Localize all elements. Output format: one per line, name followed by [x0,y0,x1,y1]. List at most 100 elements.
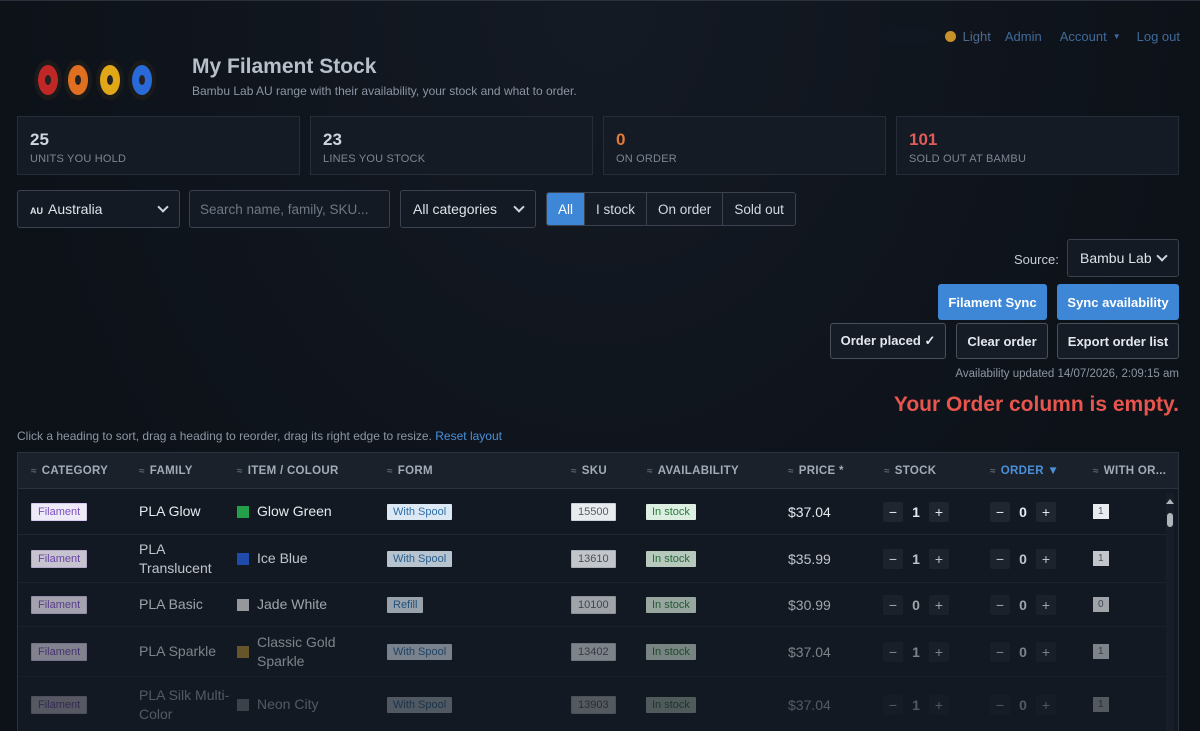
account-label: Account [1059,28,1107,44]
increment-stock-button[interactable]: + [929,594,949,615]
item-cell: Jade White [237,583,377,626]
increment-order-button[interactable]: + [1036,501,1056,522]
col-order[interactable]: ≈ ORDER ▼ [990,453,1059,489]
availability-updated: Availability updated 14/07/2026, 2:09:15… [955,368,1179,380]
item-cell: Ice Blue [237,535,377,582]
col-family[interactable]: ≈ FAMILY [139,453,193,489]
decrement-stock-button[interactable]: − [883,548,903,569]
col-with-order[interactable]: ≈ WITH OR... [1093,453,1166,489]
availability-cell: In stock [646,535,696,582]
filament-sync-button[interactable]: Filament Sync [938,284,1047,320]
account-menu[interactable]: Account ▼ [1060,29,1121,44]
stat-sold-out: 101 SOLD OUT AT BAMBU [896,116,1179,175]
form-badge: Refill [387,596,424,613]
search-input[interactable]: Search name, family, SKU... [189,190,390,228]
form-cell: With Spool [387,627,453,676]
increment-order-button[interactable]: + [1036,641,1056,662]
decrement-stock-button[interactable]: − [883,694,903,715]
region-flag: AU [30,206,43,216]
order-stepper: −0 + [990,594,1056,615]
drag-grip-icon: ≈ [31,465,37,477]
availability-badge: In stock [646,596,696,613]
drag-grip-icon: ≈ [1093,465,1099,477]
scroll-thumb[interactable] [1167,513,1173,527]
order-empty-warning: Your Order column is empty. [893,393,1179,416]
filter-i-stock[interactable]: I stock [585,193,648,225]
family-cell: PLA Glow [139,503,201,519]
decrement-order-button[interactable]: − [990,548,1010,569]
with-order-value: 0 [1093,597,1109,612]
increment-stock-button[interactable]: + [929,641,949,662]
filter-all[interactable]: All [547,193,586,225]
increment-stock-button[interactable]: + [929,694,949,715]
decrement-order-button[interactable]: − [990,594,1010,615]
decrement-order-button[interactable]: − [990,694,1010,715]
availability-cell: In stock [646,677,696,731]
family-cell: PLA Translucent [139,540,212,576]
decrement-stock-button[interactable]: − [883,641,903,662]
decrement-order-button[interactable]: − [990,641,1010,662]
col-form[interactable]: ≈ FORM [387,453,433,489]
theme-toggle[interactable]: Light [944,29,991,44]
increment-stock-button[interactable]: + [929,548,949,569]
order-value: 0 [1019,696,1027,713]
family-cell: PLA Silk Multi-Color [139,686,230,722]
col-label: WITH OR... [1103,465,1167,477]
export-order-button[interactable]: Export order list [1057,323,1179,359]
increment-stock-button[interactable]: + [929,501,949,522]
order-placed-button[interactable]: Order placed ✓ [830,323,946,359]
sync-availability-button[interactable]: Sync availability [1057,284,1179,320]
increment-order-button[interactable]: + [1036,694,1056,715]
sku-cell: 15500 [571,489,616,534]
decrement-stock-button[interactable]: − [883,594,903,615]
with-order-value: 1 [1093,644,1109,659]
col-sku[interactable]: ≈ SKU [571,453,607,489]
order-value: 0 [1019,596,1027,613]
order-stepper: −0 + [990,694,1056,715]
col-category[interactable]: ≈ CATEGORY [31,453,108,489]
col-availability[interactable]: ≈ AVAILABILITY [647,453,739,489]
stock-stepper: −1 + [883,501,949,522]
chevron-down-icon [157,201,169,213]
decrement-order-button[interactable]: − [990,501,1010,522]
admin-link[interactable]: Admin [1005,29,1042,44]
sku-badge: 10100 [571,595,616,614]
item-label: Ice Blue [257,550,308,566]
table-hint: Click a heading to sort, drag a heading … [17,429,502,443]
clear-order-button[interactable]: Clear order [956,323,1048,359]
region-select[interactable]: AU Australia [17,190,180,228]
stat-lines-stocked: 23 LINES YOU STOCK [310,116,593,175]
col-stock[interactable]: ≈ STOCK [884,453,936,489]
increment-order-button[interactable]: + [1036,594,1056,615]
category-select[interactable]: All categories [400,190,536,228]
category-badge: Filament [31,642,88,661]
col-price[interactable]: ≈ PRICE * [788,453,844,489]
source-select[interactable]: Bambu Lab [1067,239,1179,277]
col-label: CATEGORY [41,465,109,477]
category-badge: Filament [31,549,88,568]
decrement-stock-button[interactable]: − [883,501,903,522]
col-label: FAMILY [149,465,193,477]
item-cell: Classic Gold Sparkle [237,627,377,676]
filter-on-order[interactable]: On order [647,193,724,225]
logout-link[interactable]: Log out [1137,29,1180,44]
stock-value: 1 [912,550,920,567]
stock-stepper: −1 + [883,694,949,715]
stat-value: 0 [616,130,626,149]
table-scrollbar[interactable] [1166,493,1174,731]
col-label: ORDER ▼ [1000,465,1060,477]
filter-sold-out[interactable]: Sold out [723,193,795,225]
reset-layout-link[interactable]: Reset layout [435,429,502,443]
col-item-colour[interactable]: ≈ ITEM / COLOUR [237,453,339,489]
scroll-up-icon[interactable] [1166,499,1174,504]
order-value: 0 [1019,550,1027,567]
increment-order-button[interactable]: + [1036,548,1056,569]
order-cell: −0 + [990,627,1056,676]
sku-cell: 10100 [571,583,616,626]
order-stepper: −0 + [990,548,1056,569]
stock-value: 0 [912,596,920,613]
availability-filter: All I stock On order Sold out [546,192,796,226]
order-cell: −0 + [990,535,1056,582]
stock-cell: −0 + [883,583,949,626]
availability-badge: In stock [646,696,696,713]
